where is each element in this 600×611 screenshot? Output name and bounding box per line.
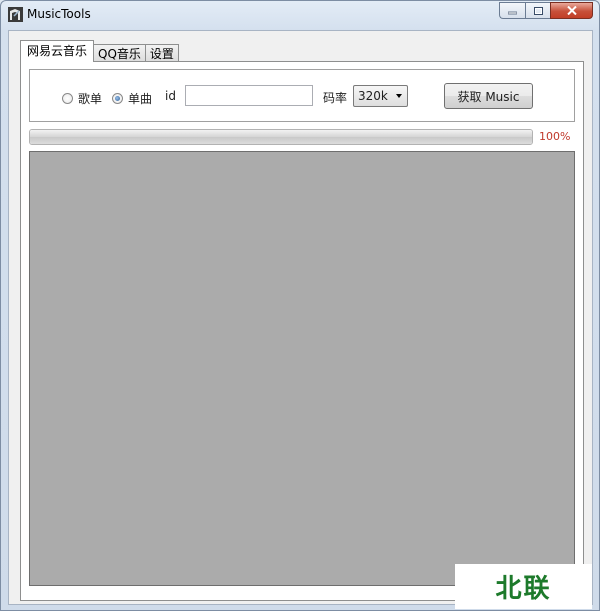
output-log-area[interactable] bbox=[29, 151, 575, 586]
maximize-button[interactable] bbox=[525, 2, 550, 19]
id-label: id bbox=[165, 89, 176, 103]
window-title: MusicTools bbox=[27, 7, 91, 21]
app-window: MusicTools 网易云音乐 QQ音乐 设置 歌单 单曲 id 码率 320… bbox=[0, 0, 600, 611]
radio-playlist-indicator[interactable] bbox=[62, 93, 73, 104]
tab-netease-music[interactable]: 网易云音乐 bbox=[20, 40, 95, 62]
chevron-down-icon bbox=[396, 94, 402, 98]
close-button[interactable] bbox=[550, 2, 593, 19]
app-icon bbox=[8, 7, 23, 22]
tab-panel: 歌单 单曲 id 码率 320k 获取 Music 100% bbox=[20, 61, 584, 601]
options-group: 歌单 单曲 id 码率 320k 获取 Music bbox=[29, 69, 575, 122]
bitrate-label: 码率 bbox=[323, 91, 348, 105]
id-input[interactable] bbox=[185, 85, 313, 106]
tab-settings[interactable]: 设置 bbox=[144, 44, 179, 62]
title-bar[interactable]: MusicTools bbox=[1, 1, 599, 29]
minimize-button[interactable] bbox=[499, 2, 525, 19]
radio-single[interactable]: 单曲 bbox=[112, 90, 152, 107]
watermark-logo: 北联 bbox=[455, 564, 592, 609]
bitrate-select[interactable]: 320k bbox=[353, 85, 408, 107]
progress-fill bbox=[30, 130, 532, 144]
close-icon bbox=[566, 6, 577, 15]
client-area: 网易云音乐 QQ音乐 设置 歌单 单曲 id 码率 320k 获取 Music … bbox=[8, 30, 593, 605]
minimize-icon bbox=[508, 11, 517, 14]
radio-single-label: 单曲 bbox=[128, 92, 153, 106]
tab-qq-music[interactable]: QQ音乐 bbox=[93, 44, 146, 62]
tab-strip: 网易云音乐 QQ音乐 设置 bbox=[20, 40, 179, 62]
caption-buttons bbox=[499, 2, 593, 19]
progress-percent: 100% bbox=[539, 130, 571, 143]
radio-playlist-label: 歌单 bbox=[78, 92, 103, 106]
radio-playlist[interactable]: 歌单 bbox=[62, 90, 102, 107]
bitrate-value: 320k bbox=[358, 89, 388, 103]
radio-single-indicator[interactable] bbox=[112, 93, 123, 104]
maximize-icon bbox=[533, 6, 543, 15]
progress-bar bbox=[29, 129, 533, 145]
fetch-music-button[interactable]: 获取 Music bbox=[444, 83, 533, 109]
